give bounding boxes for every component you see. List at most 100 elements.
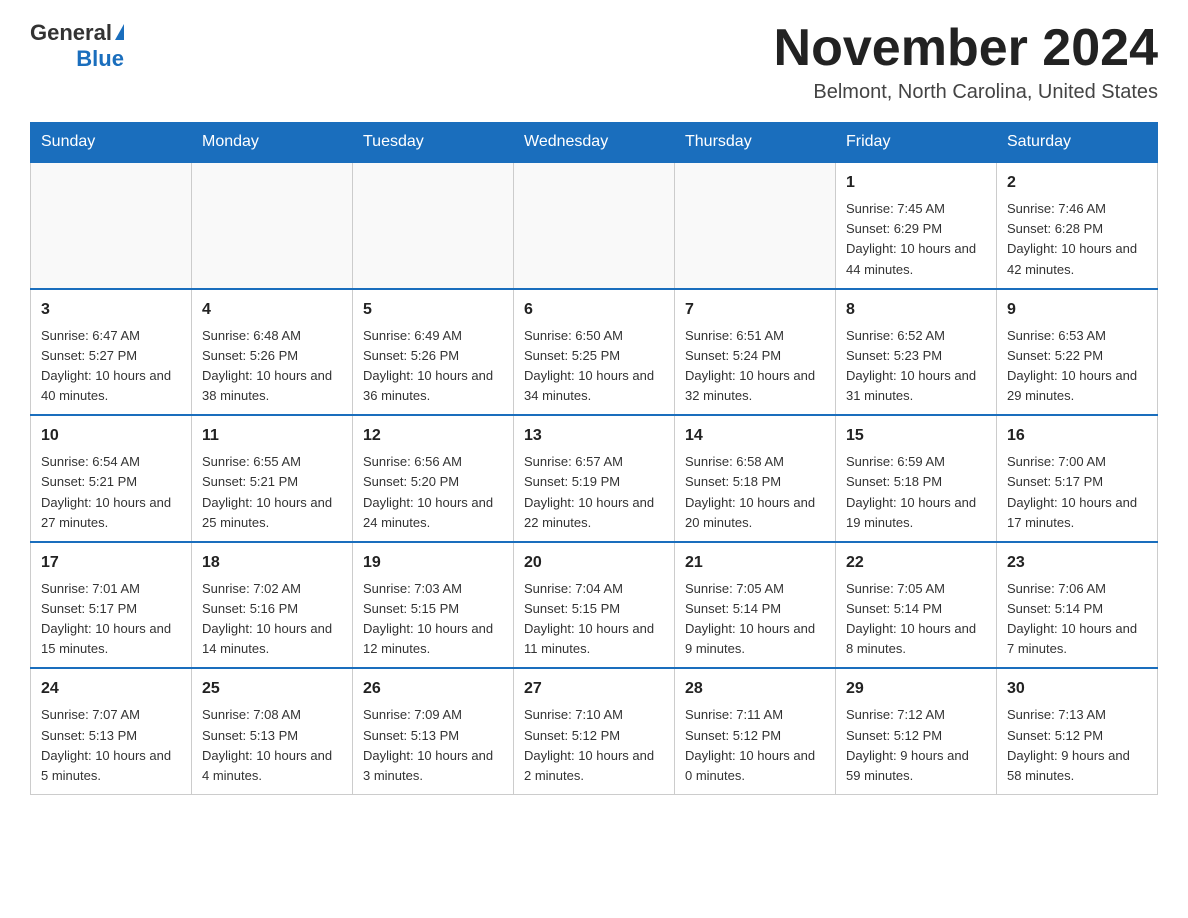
calendar-cell: 17 Sunrise: 7:01 AMSunset: 5:17 PMDayligh…: [31, 542, 192, 669]
day-info: Sunrise: 6:56 AMSunset: 5:20 PMDaylight:…: [363, 452, 503, 533]
day-number: 29: [846, 677, 986, 701]
logo-triangle-icon: [115, 24, 124, 40]
calendar-cell: 11 Sunrise: 6:55 AMSunset: 5:21 PMDayligh…: [192, 415, 353, 542]
header: General Blue November 2024 Belmont, Nort…: [30, 20, 1158, 104]
day-of-week-header: Sunday: [31, 123, 192, 163]
day-number: 28: [685, 677, 825, 701]
day-number: 27: [524, 677, 664, 701]
day-info: Sunrise: 7:12 AMSunset: 5:12 PMDaylight:…: [846, 705, 986, 786]
day-number: 22: [846, 551, 986, 575]
calendar-cell: 28Sunrise: 7:11 AMSunset: 5:12 PMDayligh…: [675, 668, 836, 794]
week-row: 1Sunrise: 7:45 AMSunset: 6:29 PMDaylight…: [31, 162, 1158, 289]
logo-blue-text: Blue: [76, 46, 124, 72]
calendar-cell: 1Sunrise: 7:45 AMSunset: 6:29 PMDaylight…: [836, 162, 997, 289]
day-info: Sunrise: 7:07 AMSunset: 5:13 PMDaylight:…: [41, 705, 181, 786]
day-of-week-header: Monday: [192, 123, 353, 163]
location-subtitle: Belmont, North Carolina, United States: [774, 81, 1158, 104]
calendar-cell: 4Sunrise: 6:48 AMSunset: 5:26 PMDaylight…: [192, 289, 353, 416]
day-info: Sunrise: 6:57 AMSunset: 5:19 PMDaylight:…: [524, 452, 664, 533]
day-number: 13: [524, 424, 664, 448]
calendar-cell: 30 Sunrise: 7:13 AMSunset: 5:12 PMDayligh…: [997, 668, 1158, 794]
day-info: Sunrise: 6:54 AMSunset: 5:21 PMDaylight:…: [41, 452, 181, 533]
day-number: 26: [363, 677, 503, 701]
day-info: Sunrise: 7:03 AMSunset: 5:15 PMDaylight:…: [363, 579, 503, 660]
week-row: 10 Sunrise: 6:54 AMSunset: 5:21 PMDayligh…: [31, 415, 1158, 542]
day-number: 16: [1007, 424, 1147, 448]
day-info: Sunrise: 6:48 AMSunset: 5:26 PMDaylight:…: [202, 326, 342, 407]
day-info: Sunrise: 7:10 AMSunset: 5:12 PMDaylight:…: [524, 705, 664, 786]
day-number: 11: [202, 424, 342, 448]
day-info: Sunrise: 7:46 AMSunset: 6:28 PMDaylight:…: [1007, 199, 1147, 280]
calendar-cell: 12Sunrise: 6:56 AMSunset: 5:20 PMDayligh…: [353, 415, 514, 542]
day-number: 21: [685, 551, 825, 575]
calendar-cell: 8 Sunrise: 6:52 AMSunset: 5:23 PMDaylight…: [836, 289, 997, 416]
calendar-cell: 7 Sunrise: 6:51 AMSunset: 5:24 PMDaylight…: [675, 289, 836, 416]
calendar-cell: 18 Sunrise: 7:02 AMSunset: 5:16 PMDayligh…: [192, 542, 353, 669]
day-number: 30: [1007, 677, 1147, 701]
day-number: 15: [846, 424, 986, 448]
day-info: Sunrise: 6:55 AMSunset: 5:21 PMDaylight:…: [202, 452, 342, 533]
day-info: Sunrise: 6:50 AMSunset: 5:25 PMDaylight:…: [524, 326, 664, 407]
calendar-cell: [192, 162, 353, 289]
logo-general-text: General: [30, 20, 112, 46]
day-info: Sunrise: 7:09 AMSunset: 5:13 PMDaylight:…: [363, 705, 503, 786]
day-info: Sunrise: 7:05 AMSunset: 5:14 PMDaylight:…: [685, 579, 825, 660]
calendar-cell: 20 Sunrise: 7:04 AMSunset: 5:15 PMDayligh…: [514, 542, 675, 669]
day-number: 7: [685, 298, 825, 322]
week-row: 3 Sunrise: 6:47 AMSunset: 5:27 PMDaylight…: [31, 289, 1158, 416]
calendar-cell: 14 Sunrise: 6:58 AMSunset: 5:18 PMDayligh…: [675, 415, 836, 542]
day-number: 3: [41, 298, 181, 322]
day-number: 10: [41, 424, 181, 448]
day-info: Sunrise: 7:00 AMSunset: 5:17 PMDaylight:…: [1007, 452, 1147, 533]
day-number: 17: [41, 551, 181, 575]
day-info: Sunrise: 7:08 AMSunset: 5:13 PMDaylight:…: [202, 705, 342, 786]
calendar-cell: [675, 162, 836, 289]
day-info: Sunrise: 6:59 AMSunset: 5:18 PMDaylight:…: [846, 452, 986, 533]
calendar-cell: 29 Sunrise: 7:12 AMSunset: 5:12 PMDayligh…: [836, 668, 997, 794]
calendar-cell: 22 Sunrise: 7:05 AMSunset: 5:14 PMDayligh…: [836, 542, 997, 669]
day-info: Sunrise: 6:52 AMSunset: 5:23 PMDaylight:…: [846, 326, 986, 407]
day-number: 24: [41, 677, 181, 701]
week-row: 24 Sunrise: 7:07 AMSunset: 5:13 PMDayligh…: [31, 668, 1158, 794]
calendar-cell: [31, 162, 192, 289]
calendar-cell: [353, 162, 514, 289]
logo: General Blue: [30, 20, 124, 72]
day-number: 18: [202, 551, 342, 575]
day-number: 9: [1007, 298, 1147, 322]
day-info: Sunrise: 6:58 AMSunset: 5:18 PMDaylight:…: [685, 452, 825, 533]
calendar-cell: 23 Sunrise: 7:06 AMSunset: 5:14 PMDayligh…: [997, 542, 1158, 669]
day-of-week-header: Thursday: [675, 123, 836, 163]
day-info: Sunrise: 6:51 AMSunset: 5:24 PMDaylight:…: [685, 326, 825, 407]
calendar-cell: 16 Sunrise: 7:00 AMSunset: 5:17 PMDayligh…: [997, 415, 1158, 542]
day-info: Sunrise: 7:02 AMSunset: 5:16 PMDaylight:…: [202, 579, 342, 660]
day-info: Sunrise: 7:06 AMSunset: 5:14 PMDaylight:…: [1007, 579, 1147, 660]
calendar-header-row: SundayMondayTuesdayWednesdayThursdayFrid…: [31, 123, 1158, 163]
calendar-cell: 24 Sunrise: 7:07 AMSunset: 5:13 PMDayligh…: [31, 668, 192, 794]
day-number: 5: [363, 298, 503, 322]
day-number: 19: [363, 551, 503, 575]
day-number: 8: [846, 298, 986, 322]
calendar-cell: 19 Sunrise: 7:03 AMSunset: 5:15 PMDayligh…: [353, 542, 514, 669]
calendar-table: SundayMondayTuesdayWednesdayThursdayFrid…: [30, 122, 1158, 795]
day-of-week-header: Wednesday: [514, 123, 675, 163]
calendar-cell: 27 Sunrise: 7:10 AMSunset: 5:12 PMDayligh…: [514, 668, 675, 794]
calendar-cell: 21 Sunrise: 7:05 AMSunset: 5:14 PMDayligh…: [675, 542, 836, 669]
month-title: November 2024: [774, 20, 1158, 77]
day-info: Sunrise: 7:05 AMSunset: 5:14 PMDaylight:…: [846, 579, 986, 660]
day-number: 2: [1007, 171, 1147, 195]
day-info: Sunrise: 6:49 AMSunset: 5:26 PMDaylight:…: [363, 326, 503, 407]
calendar-cell: [514, 162, 675, 289]
day-info: Sunrise: 7:04 AMSunset: 5:15 PMDaylight:…: [524, 579, 664, 660]
day-number: 20: [524, 551, 664, 575]
day-info: Sunrise: 7:45 AMSunset: 6:29 PMDaylight:…: [846, 199, 986, 280]
day-info: Sunrise: 7:01 AMSunset: 5:17 PMDaylight:…: [41, 579, 181, 660]
day-info: Sunrise: 7:13 AMSunset: 5:12 PMDaylight:…: [1007, 705, 1147, 786]
calendar-cell: 10 Sunrise: 6:54 AMSunset: 5:21 PMDayligh…: [31, 415, 192, 542]
calendar-cell: 15 Sunrise: 6:59 AMSunset: 5:18 PMDayligh…: [836, 415, 997, 542]
calendar-cell: 26 Sunrise: 7:09 AMSunset: 5:13 PMDayligh…: [353, 668, 514, 794]
day-info: Sunrise: 6:47 AMSunset: 5:27 PMDaylight:…: [41, 326, 181, 407]
calendar-cell: 3 Sunrise: 6:47 AMSunset: 5:27 PMDaylight…: [31, 289, 192, 416]
calendar-cell: 9Sunrise: 6:53 AMSunset: 5:22 PMDaylight…: [997, 289, 1158, 416]
day-number: 14: [685, 424, 825, 448]
day-number: 23: [1007, 551, 1147, 575]
